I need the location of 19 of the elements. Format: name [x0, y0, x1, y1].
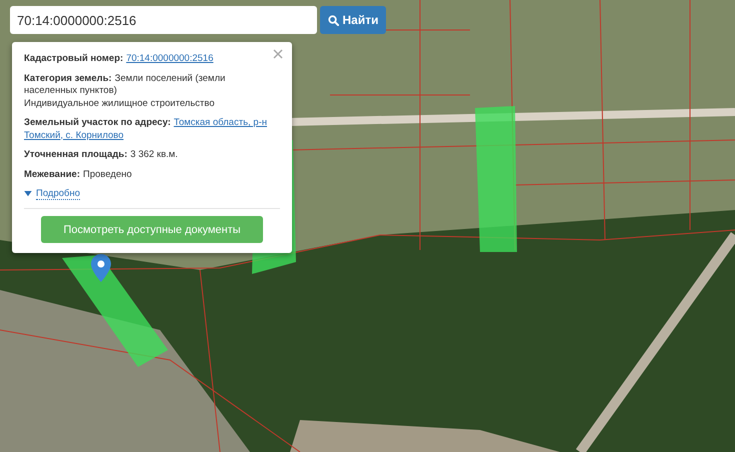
field-link[interactable]: 70:14:0000000:2516: [126, 53, 214, 64]
field-value: Земли поселений (земли: [114, 72, 226, 84]
details-toggle[interactable]: Подробно: [24, 188, 280, 200]
field-label: Уточненная площадь:: [24, 149, 128, 160]
field-value: Индивидуальное жилищное строительство: [24, 98, 216, 110]
search-field[interactable]: 70:14:0000000:2516: [10, 6, 317, 34]
map-marker-icon[interactable]: [91, 254, 111, 282]
field-link[interactable]: Томская область, р-н: [174, 117, 267, 128]
search-icon: [328, 14, 338, 26]
field-value: 3 362 кв.м.: [130, 149, 178, 160]
field-label: Категория земель:: [24, 72, 112, 84]
caret-icon: [24, 191, 32, 197]
field-link[interactable]: Томский, с. Корнилово: [24, 130, 124, 140]
field-label: Земельный участок по адресу:: [24, 117, 171, 128]
field-value: Проведено: [83, 168, 132, 180]
search-button[interactable]: Найти: [320, 6, 386, 34]
field-label: Межевание:: [24, 168, 80, 180]
field-value: населенных пунктов): [24, 85, 117, 96]
field-label: Кадастровый номер:: [24, 53, 124, 64]
